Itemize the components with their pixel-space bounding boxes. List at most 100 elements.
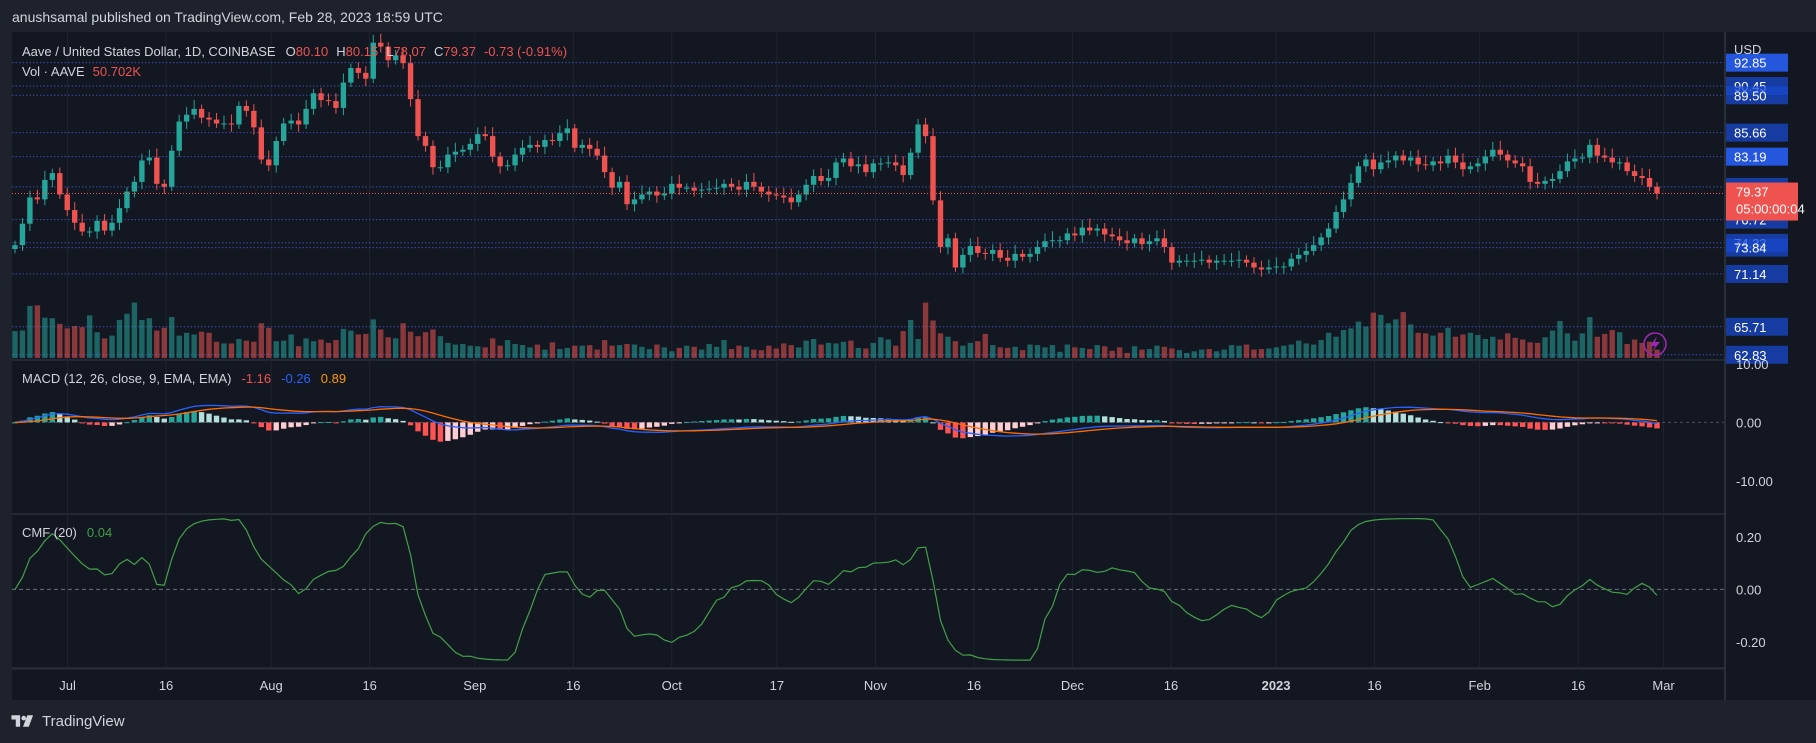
candle-body[interactable] [146,157,153,161]
candle-body[interactable] [273,140,279,166]
candle-body[interactable] [564,128,570,134]
candle-body[interactable] [1437,161,1444,164]
candle-body[interactable] [997,249,1003,258]
candle-body[interactable] [1094,228,1100,231]
candle-body[interactable] [12,245,18,250]
candle-body[interactable] [1146,241,1153,245]
candle-body[interactable] [878,163,884,165]
candle-body[interactable] [1363,159,1369,167]
candle-body[interactable] [1116,236,1123,241]
candle-body[interactable] [86,231,93,233]
candle-body[interactable] [743,181,750,190]
candle-body[interactable] [907,152,914,176]
candle-body[interactable] [445,154,451,168]
candle-body[interactable] [721,183,727,188]
candle-body[interactable] [482,134,488,137]
candle-body[interactable] [900,165,906,176]
candle-body[interactable] [1527,166,1533,182]
candle-body[interactable] [1572,158,1578,162]
candle-body[interactable] [795,194,802,203]
time-tick-label[interactable]: 16 [1164,678,1178,693]
price-tick-85.66[interactable]: 85.66 [1726,123,1788,142]
footer-brand[interactable]: TradingView [10,712,125,730]
candle-body[interactable] [1325,228,1332,238]
candle-body[interactable] [325,100,332,102]
candle-body[interactable] [639,194,645,200]
candle-body[interactable] [295,120,302,125]
candle-body[interactable] [1422,164,1429,166]
candle-body[interactable] [72,210,78,223]
candle-body[interactable] [863,164,869,173]
candle-body[interactable] [1408,157,1414,161]
candle-body[interactable] [669,183,675,194]
candle-body[interactable] [266,159,272,166]
candle-body[interactable] [1012,253,1018,261]
time-tick-label[interactable]: 17 [770,678,784,693]
candle-body[interactable] [355,68,362,73]
candle-body[interactable] [736,186,742,190]
candle-body[interactable] [452,151,459,155]
time-tick-label[interactable]: 16 [159,678,173,693]
candle-body[interactable] [1131,238,1138,244]
candle-body[interactable] [967,246,974,255]
candle-body[interactable] [169,150,175,187]
candle-body[interactable] [1654,186,1660,194]
candle-body[interactable] [1213,260,1220,263]
candle-body[interactable] [1296,254,1302,259]
time-tick-label[interactable]: Oct [662,678,683,693]
price-tick-89.50[interactable]: 89.50 [1726,86,1788,105]
candle-body[interactable] [1169,247,1175,263]
candle-body[interactable] [1557,171,1563,179]
candle-body[interactable] [415,99,421,137]
candle-body[interactable] [49,173,56,180]
candle-body[interactable] [1594,144,1600,156]
candle-body[interactable] [893,162,899,166]
candle-body[interactable] [1079,227,1085,236]
time-tick-label[interactable]: Feb [1468,678,1490,693]
candle-body[interactable] [1176,260,1183,263]
candle-body[interactable] [1482,156,1489,164]
candle-body[interactable] [1400,155,1406,161]
candle-body[interactable] [1109,234,1115,237]
candle-body[interactable] [631,199,638,205]
candle-body[interactable] [1273,266,1280,268]
candle-body[interactable] [1497,149,1503,155]
candle-body[interactable] [191,108,197,115]
candle-body[interactable] [19,223,26,246]
candle-body[interactable] [684,187,690,189]
price-chart[interactable]: 92.8590.4589.5085.6683.1980.0876.7274.33… [0,0,1816,712]
candle-body[interactable] [855,164,862,167]
candle-body[interactable] [1385,160,1391,163]
candle-body[interactable] [1281,266,1287,268]
candle-body[interactable] [42,179,48,200]
candle-body[interactable] [945,238,951,248]
candle-body[interactable] [1602,155,1608,158]
candle-body[interactable] [557,133,563,141]
candle-body[interactable] [475,134,481,144]
candle-body[interactable] [64,194,70,211]
candle-body[interactable] [497,156,503,167]
candle-body[interactable] [1199,259,1205,261]
candle-body[interactable] [825,177,832,181]
candle-body[interactable] [1243,259,1250,263]
cmf-legend[interactable]: CMF (20) 0.04 [22,525,112,540]
candle-body[interactable] [1467,166,1474,170]
candle-body[interactable] [1370,159,1377,170]
candle-body[interactable] [706,188,712,190]
time-tick-label[interactable]: 16 [967,678,981,693]
candle-body[interactable] [922,124,929,137]
candle-body[interactable] [1505,154,1511,161]
candle-body[interactable] [1154,238,1160,242]
candle-body[interactable] [751,181,757,187]
candle-body[interactable] [236,105,242,125]
candle-body[interactable] [587,144,593,149]
candle-body[interactable] [960,254,966,268]
candle-body[interactable] [1258,267,1265,270]
candle-body[interactable] [1348,182,1354,200]
candle-body[interactable] [1512,160,1518,164]
candle-body[interactable] [1184,260,1190,262]
candle-body[interactable] [930,136,936,201]
candle-body[interactable] [572,128,578,148]
candle-body[interactable] [1124,240,1130,244]
candle-body[interactable] [1475,163,1481,167]
